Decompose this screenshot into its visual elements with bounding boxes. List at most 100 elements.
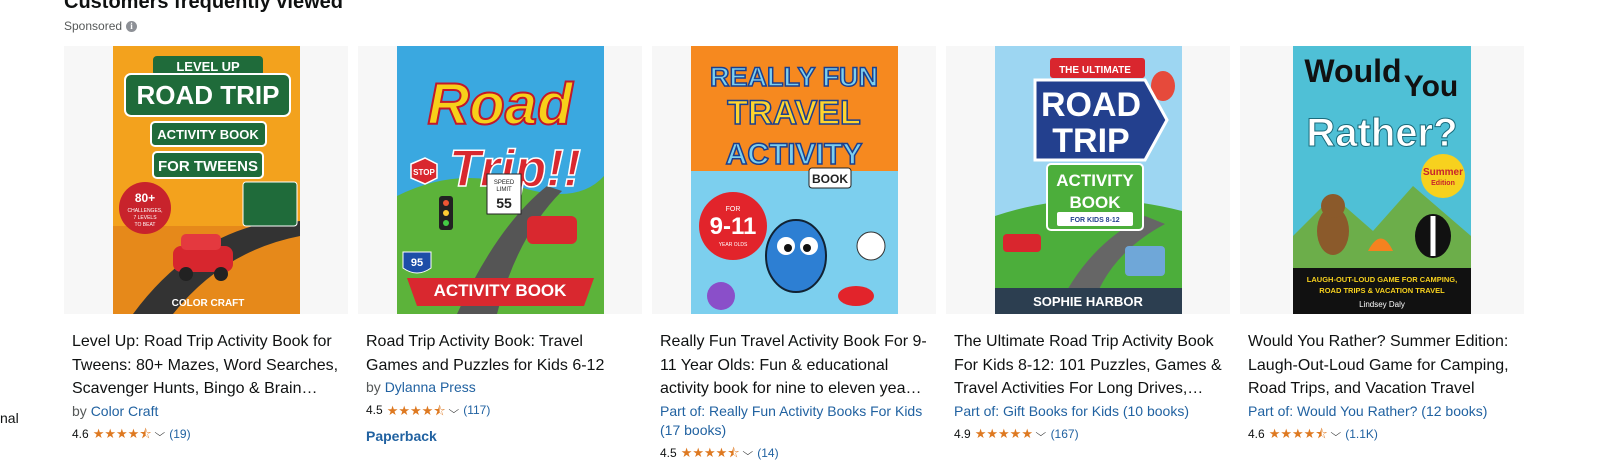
product-title-link[interactable]: The Ultimate Road Trip Activity Book For…	[954, 330, 1222, 401]
review-count-link[interactable]: (167)	[1051, 427, 1079, 441]
rating-value: 4.9	[954, 426, 971, 441]
book-cover-image[interactable]: Road Trip!! STOP SPEED LIMIT 55 95 ACTIV…	[396, 46, 604, 314]
clipped-left-text: nal	[0, 410, 19, 426]
author-link[interactable]: Dylanna Press	[385, 379, 476, 395]
svg-text:THE ULTIMATE: THE ULTIMATE	[1059, 65, 1131, 76]
star-icon: ★	[1280, 426, 1292, 441]
rating-row: 4.5 ★ ★ ★ ★ ⯪ ⌵ (117)	[366, 402, 634, 418]
author-line: by Color Craft	[72, 402, 340, 421]
svg-text:ROAD TRIPS & VACATION TRAVEL: ROAD TRIPS & VACATION TRAVEL	[1319, 286, 1445, 295]
star-icon: ⯪	[433, 402, 446, 418]
series-link[interactable]: Part of: Really Fun Activity Books For K…	[660, 403, 922, 438]
star-icon: ★	[386, 402, 399, 418]
star-rating-icon[interactable]: ★ ★ ★ ★ ★	[975, 427, 1033, 440]
star-icon: ★	[410, 402, 422, 418]
series-line: Part of: Really Fun Activity Books For K…	[660, 402, 928, 440]
product-title-link[interactable]: Really Fun Travel Activity Book For 9-11…	[660, 330, 928, 401]
product-title-link[interactable]: Level Up: Road Trip Activity Book for Tw…	[72, 330, 340, 401]
svg-text:TRAVEL: TRAVEL	[727, 94, 860, 132]
book-cover-image[interactable]: REALLY FUN TRAVEL ACTIVITY BOOK FOR 9-11…	[690, 46, 898, 314]
svg-text:LEVEL UP: LEVEL UP	[176, 59, 240, 74]
rating-row: 4.5 ★ ★ ★ ★ ⯪ ⌵ (14)	[660, 445, 928, 461]
svg-text:7 LEVELS: 7 LEVELS	[133, 215, 157, 221]
section-heading: Customers frequently viewed	[64, 0, 343, 13]
svg-text:TO BEAT: TO BEAT	[134, 222, 155, 228]
star-icon: ⯪	[1315, 426, 1328, 441]
svg-text:55: 55	[496, 195, 512, 211]
chevron-down-icon[interactable]: ⌵	[1035, 428, 1046, 439]
star-icon: ★	[986, 426, 998, 441]
star-icon: ★	[421, 402, 434, 418]
star-rating-icon[interactable]: ★ ★ ★ ★ ⯪	[387, 404, 446, 417]
review-count-link[interactable]: (19)	[169, 427, 190, 441]
product-image-box[interactable]: Road Trip!! STOP SPEED LIMIT 55 95 ACTIV…	[358, 46, 642, 314]
star-icon: ★	[116, 426, 128, 441]
rating-value: 4.5	[366, 403, 383, 417]
star-icon: ⯪	[139, 426, 152, 441]
product-image-box[interactable]: REALLY FUN TRAVEL ACTIVITY BOOK FOR 9-11…	[652, 46, 936, 314]
chevron-down-icon[interactable]: ⌵	[448, 405, 459, 416]
star-rating-icon[interactable]: ★ ★ ★ ★ ⯪	[681, 446, 740, 459]
series-name: Would You Rather? (12 books)	[1297, 402, 1488, 419]
product-card: LEVEL UP ROAD TRIP ACTIVITY BOOK FOR TWE…	[64, 46, 348, 442]
sponsored-text: Sponsored	[64, 19, 123, 33]
svg-text:ACTIVITY: ACTIVITY	[725, 138, 862, 171]
book-cover-image[interactable]: THE ULTIMATE ROAD TRIP ACTIVITY BOOK FOR…	[994, 46, 1182, 314]
product-image-box[interactable]: LEVEL UP ROAD TRIP ACTIVITY BOOK FOR TWE…	[64, 46, 348, 314]
svg-text:You: You	[1404, 70, 1458, 103]
svg-text:ROAD TRIP: ROAD TRIP	[136, 80, 279, 110]
star-rating-icon[interactable]: ★ ★ ★ ★ ⯪	[93, 427, 152, 440]
product-image-box[interactable]: Would You Rather? Summer Edition LAUGH-O…	[1240, 46, 1524, 314]
review-count-link[interactable]: (14)	[757, 446, 778, 460]
svg-text:STOP: STOP	[413, 168, 435, 177]
svg-text:FOR: FOR	[725, 206, 740, 213]
svg-text:95: 95	[410, 257, 422, 269]
svg-text:FOR TWEENS: FOR TWEENS	[158, 158, 258, 175]
star-icon: ★	[127, 426, 140, 441]
format-link[interactable]: Paperback	[366, 428, 634, 444]
svg-text:BOOK: BOOK	[1069, 193, 1121, 212]
star-icon: ★	[1021, 426, 1033, 441]
review-count-link[interactable]: (1.1K)	[1345, 427, 1378, 441]
chevron-down-icon[interactable]: ⌵	[742, 447, 753, 458]
series-link[interactable]: Part of: Would You Rather? (12 books)	[1248, 403, 1487, 419]
rating-row: 4.6 ★ ★ ★ ★ ⯪ ⌵ (1.1K)	[1248, 426, 1516, 442]
product-title-link[interactable]: Would You Rather? Summer Edition: Laugh-…	[1248, 330, 1516, 401]
svg-text:LAUGH-OUT-LOUD GAME FOR CAMPIN: LAUGH-OUT-LOUD GAME FOR CAMPING,	[1307, 275, 1457, 284]
author-link[interactable]: Color Craft	[91, 403, 159, 419]
star-icon: ★	[692, 445, 704, 460]
product-title-link[interactable]: Road Trip Activity Book: Travel Games an…	[366, 330, 634, 377]
svg-text:Rather?: Rather?	[1306, 111, 1457, 155]
product-card: Would You Rather? Summer Edition LAUGH-O…	[1240, 46, 1524, 442]
svg-text:80+: 80+	[134, 191, 154, 205]
svg-text:Summer: Summer	[1423, 167, 1463, 178]
svg-text:YEAR OLDS: YEAR OLDS	[718, 242, 747, 248]
svg-text:TRIP: TRIP	[1052, 122, 1129, 160]
chevron-down-icon[interactable]: ⌵	[1330, 428, 1341, 439]
svg-text:Road: Road	[427, 72, 574, 137]
book-cover-image[interactable]: Would You Rather? Summer Edition LAUGH-O…	[1293, 46, 1471, 314]
series-link[interactable]: Part of: Gift Books for Kids (10 books)	[954, 403, 1189, 419]
info-icon[interactable]: i	[126, 20, 138, 32]
star-icon: ★	[1303, 426, 1316, 441]
product-image-box[interactable]: THE ULTIMATE ROAD TRIP ACTIVITY BOOK FOR…	[946, 46, 1230, 314]
rating-value: 4.6	[72, 426, 89, 441]
svg-text:SPEED: SPEED	[493, 180, 514, 186]
star-rating-icon[interactable]: ★ ★ ★ ★ ⯪	[1269, 427, 1328, 440]
review-count-link[interactable]: (117)	[463, 403, 490, 417]
book-cover-image[interactable]: LEVEL UP ROAD TRIP ACTIVITY BOOK FOR TWE…	[112, 46, 300, 314]
product-card: Road Trip!! STOP SPEED LIMIT 55 95 ACTIV…	[358, 46, 642, 444]
star-icon: ⯪	[727, 445, 740, 460]
series-line: Part of: Gift Books for Kids (10 books)	[954, 402, 1222, 421]
series-line: Part of: Would You Rather? (12 books)	[1248, 402, 1516, 421]
svg-text:BOOK: BOOK	[812, 172, 848, 186]
product-card: REALLY FUN TRAVEL ACTIVITY BOOK FOR 9-11…	[652, 46, 936, 461]
series-prefix: Part of:	[954, 402, 1000, 419]
star-icon: ★	[680, 445, 693, 460]
series-prefix: Part of:	[1248, 402, 1294, 419]
chevron-down-icon[interactable]: ⌵	[154, 428, 165, 439]
star-icon: ★	[1292, 426, 1304, 441]
svg-text:COLOR CRAFT: COLOR CRAFT	[171, 298, 244, 309]
star-icon: ★	[1268, 426, 1281, 441]
svg-text:ACTIVITY: ACTIVITY	[1056, 171, 1134, 190]
